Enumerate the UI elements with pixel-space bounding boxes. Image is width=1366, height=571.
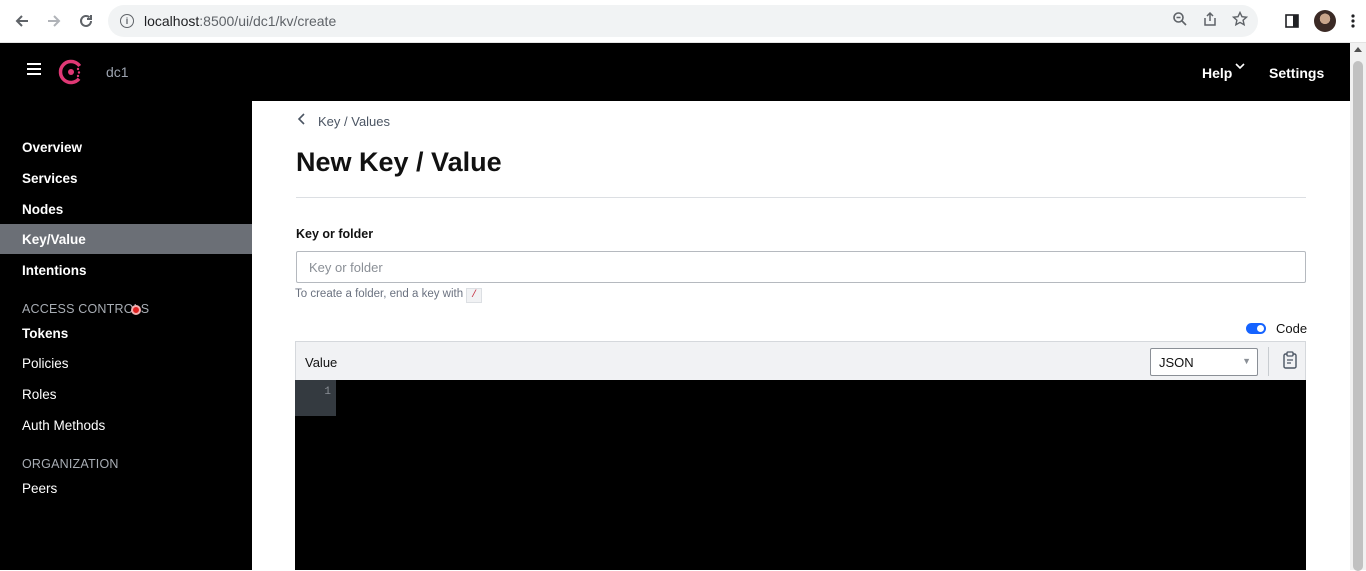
key-input[interactable] (296, 251, 1306, 283)
sidebar-item-intentions[interactable]: Intentions (22, 263, 87, 278)
key-hint-text: To create a folder, end a key with (295, 288, 464, 300)
sidebar-item-auth-methods[interactable]: Auth Methods (22, 418, 105, 433)
hamburger-menu-icon[interactable] (27, 63, 41, 77)
sidebar-item-peers[interactable]: Peers (22, 481, 57, 496)
forward-arrow-icon (48, 15, 61, 27)
help-menu[interactable]: Help (1202, 65, 1232, 81)
forward-button[interactable] (38, 5, 70, 37)
page-title: New Key / Value (296, 147, 502, 177)
language-selected-value: JSON (1159, 355, 1194, 370)
page-scrollbar[interactable] (1350, 43, 1366, 571)
chevron-left-icon[interactable] (297, 113, 307, 125)
side-panel-icon[interactable] (1284, 13, 1300, 29)
line-number: 1 (324, 386, 331, 398)
consul-logo[interactable] (58, 59, 84, 85)
browser-toolbar: i localhost:8500/ui/dc1/kv/create (0, 0, 1366, 43)
sidebar-item-services[interactable]: Services (22, 171, 78, 186)
address-bar[interactable]: i localhost:8500/ui/dc1/kv/create (108, 5, 1258, 37)
editor-gutter: 1 (295, 380, 336, 416)
url-host: localhost (144, 13, 200, 29)
editor-header: Value JSON ▼ (295, 341, 1306, 380)
code-editor[interactable]: 1 (295, 380, 1306, 570)
editor-header-divider (1268, 347, 1269, 376)
key-hint-code: / (466, 288, 483, 303)
key-hint: To create a folder, end a key with / (295, 288, 483, 303)
sidebar-item-tokens[interactable]: Tokens (22, 326, 68, 341)
sidebar: Overview Services Nodes Key/Value Intent… (0, 101, 252, 570)
reload-icon (80, 14, 92, 27)
chevron-down-icon[interactable] (1235, 61, 1245, 71)
language-select[interactable]: JSON ▼ (1150, 348, 1258, 376)
back-arrow-icon (15, 15, 28, 27)
zoom-icon[interactable] (1172, 11, 1188, 27)
organization-heading: ORGANIZATION (22, 457, 119, 471)
sidebar-item-nodes[interactable]: Nodes (22, 202, 63, 217)
top-navigation: dc1 Help Settings (0, 43, 1350, 101)
consul-app: dc1 Help Settings Overview Services Node… (0, 43, 1350, 570)
url-path: :8500/ui/dc1/kv/create (199, 13, 337, 29)
bookmark-star-icon[interactable] (1232, 11, 1248, 27)
site-info-icon[interactable]: i (120, 14, 134, 28)
key-field-label: Key or folder (296, 227, 374, 241)
datacenter-selector[interactable]: dc1 (106, 64, 129, 80)
sidebar-item-roles[interactable]: Roles (22, 387, 57, 402)
code-toggle[interactable] (1246, 323, 1266, 334)
profile-avatar[interactable] (1314, 10, 1336, 32)
scrollbar-thumb[interactable] (1353, 61, 1363, 571)
settings-link[interactable]: Settings (1269, 65, 1324, 81)
url-text: localhost:8500/ui/dc1/kv/create (144, 13, 336, 29)
reload-button[interactable] (70, 5, 102, 37)
more-menu-icon[interactable] (1350, 13, 1356, 29)
share-icon[interactable] (1202, 11, 1218, 27)
back-button[interactable] (6, 5, 38, 37)
access-controls-alert-icon (131, 305, 141, 315)
breadcrumb[interactable]: Key / Values (318, 114, 390, 129)
caret-down-icon: ▼ (1242, 356, 1251, 366)
main-content: Key / Values New Key / Value Key or fold… (252, 101, 1350, 570)
scroll-up-arrow-icon[interactable] (1354, 47, 1362, 52)
copy-clipboard-icon[interactable] (1282, 351, 1298, 369)
code-toggle-label[interactable]: Code (1276, 321, 1307, 336)
sidebar-item-overview[interactable]: Overview (22, 140, 82, 155)
editor-title: Value (305, 355, 338, 370)
sidebar-item-key-value[interactable]: Key/Value (22, 232, 86, 247)
sidebar-item-policies[interactable]: Policies (22, 356, 69, 371)
title-divider (296, 197, 1306, 198)
